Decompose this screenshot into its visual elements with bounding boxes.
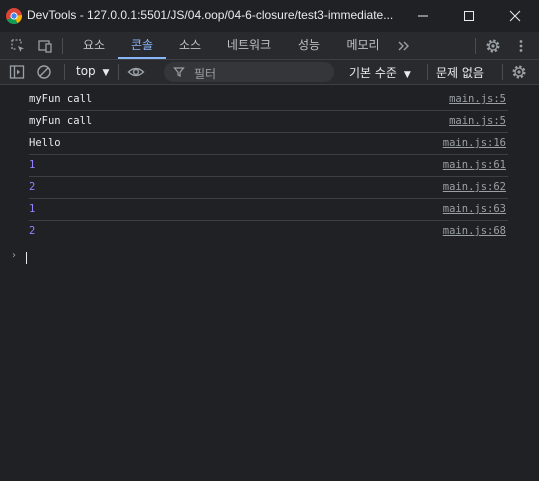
console-message: 1 main.js:63 xyxy=(29,198,508,221)
console-message: Hello main.js:16 xyxy=(29,132,508,155)
maximize-button[interactable] xyxy=(446,0,492,32)
message-text: 2 xyxy=(29,225,36,237)
context-select[interactable]: top ▼ xyxy=(76,64,109,78)
message-text: 1 xyxy=(29,159,36,171)
source-link[interactable]: main.js:5 xyxy=(449,115,506,127)
source-link[interactable]: main.js:5 xyxy=(449,93,506,105)
minimize-icon xyxy=(418,15,428,17)
settings-icon[interactable] xyxy=(484,37,502,55)
source-link[interactable]: main.js:63 xyxy=(443,203,506,215)
console-message: 1 main.js:61 xyxy=(29,154,508,177)
log-level-select[interactable]: 기본 수준 ▼ xyxy=(349,64,411,81)
source-link[interactable]: main.js:62 xyxy=(443,181,506,193)
context-value: top xyxy=(76,64,96,78)
filter-input[interactable]: 필터 xyxy=(164,62,334,82)
close-button[interactable] xyxy=(492,0,538,32)
message-text: Hello xyxy=(29,137,61,149)
inspect-element-icon[interactable] xyxy=(9,37,27,55)
tab-sources[interactable]: 소스 xyxy=(167,32,213,59)
console-message: myFun call main.js:5 xyxy=(29,110,508,133)
window-titlebar: DevTools - 127.0.0.1:5501/JS/04.oop/04-6… xyxy=(0,0,539,32)
console-toolbar: top ▼ 필터 기본 수준 ▼ 문제 없음 xyxy=(0,60,539,85)
kebab-menu-icon[interactable] xyxy=(512,37,530,55)
maximize-icon xyxy=(464,11,474,21)
chevron-down-icon: ▼ xyxy=(102,68,110,78)
console-message: 2 main.js:68 xyxy=(29,220,508,242)
message-text: 1 xyxy=(29,203,36,215)
more-tabs-icon[interactable] xyxy=(395,37,413,55)
message-text: myFun call xyxy=(29,93,93,105)
minimize-button[interactable] xyxy=(400,0,446,32)
tab-network[interactable]: 네트워크 xyxy=(214,32,284,59)
issues-counter[interactable]: 문제 없음 xyxy=(436,64,484,81)
console-input[interactable] xyxy=(26,252,27,264)
console-message: myFun call main.js:5 xyxy=(29,88,508,111)
toolbar-separator xyxy=(118,64,119,80)
filter-placeholder: 필터 xyxy=(194,67,217,81)
tab-separator xyxy=(475,38,476,54)
toolbar-separator xyxy=(502,64,503,80)
console-message: 2 main.js:62 xyxy=(29,176,508,199)
toolbar-separator xyxy=(427,64,428,80)
message-text: myFun call xyxy=(29,115,93,127)
message-text: 2 xyxy=(29,181,36,193)
console-settings-icon[interactable] xyxy=(510,63,528,81)
source-link[interactable]: main.js:61 xyxy=(443,159,506,171)
panel-tab-bar: 요소 콘솔 소스 네트워크 성능 메모리 xyxy=(0,32,539,60)
filter-icon xyxy=(173,67,185,77)
tab-memory[interactable]: 메모리 xyxy=(334,32,392,59)
clear-console-icon[interactable] xyxy=(35,63,53,81)
close-icon xyxy=(509,10,521,22)
source-link[interactable]: main.js:68 xyxy=(443,225,506,237)
sidebar-toggle-icon[interactable] xyxy=(8,63,26,81)
toolbar-separator xyxy=(64,64,65,80)
chevron-down-icon: ▼ xyxy=(403,70,411,80)
log-level-value: 기본 수준 xyxy=(349,66,397,80)
tab-performance[interactable]: 성능 xyxy=(286,32,332,59)
chrome-logo-icon xyxy=(6,8,22,24)
source-link[interactable]: main.js:16 xyxy=(443,137,506,149)
prompt-chevron-icon: › xyxy=(12,250,16,261)
tab-separator xyxy=(62,38,63,54)
device-toolbar-icon[interactable] xyxy=(36,37,54,55)
tab-elements[interactable]: 요소 xyxy=(71,32,117,59)
tab-console[interactable]: 콘솔 xyxy=(118,32,166,59)
window-title: DevTools - 127.0.0.1:5501/JS/04.oop/04-6… xyxy=(27,8,394,22)
eye-icon[interactable] xyxy=(127,63,145,81)
